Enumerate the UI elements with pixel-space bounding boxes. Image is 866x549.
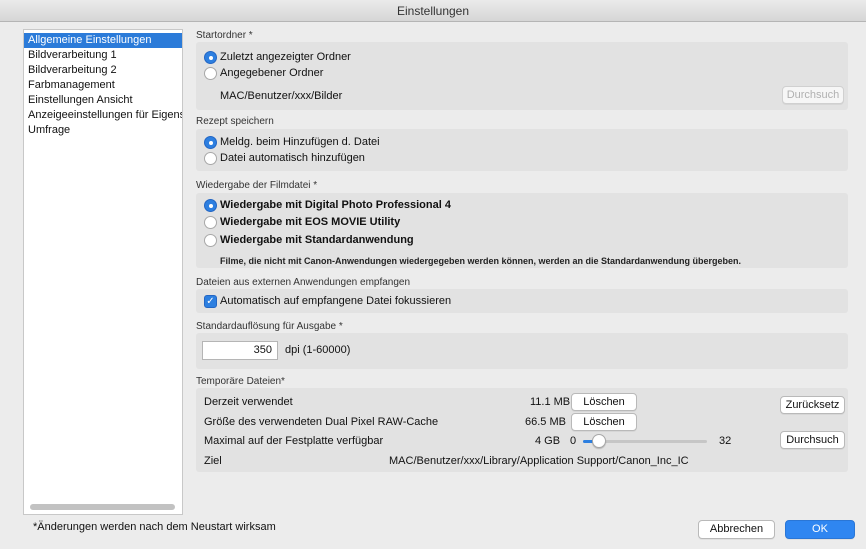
sidebar-item-farbmanagement[interactable]: Farbmanagement [24, 78, 182, 93]
cancel-button[interactable]: Abbrechen [698, 520, 775, 539]
sidebar-item-allgemeine-einstellungen[interactable]: Allgemeine Einstellungen [24, 33, 182, 48]
sidebar-horizontal-scrollbar[interactable] [30, 504, 175, 510]
sidebar: Allgemeine Einstellungen Bildverarbeitun… [23, 29, 183, 515]
startordner-heading: Startordner * [196, 30, 253, 41]
option-datei-automatisch[interactable]: Datei automatisch hinzufügen [220, 152, 365, 164]
temp-current-value: 11.1 MB [530, 396, 571, 408]
radio-wiedergabe-dpp4[interactable] [204, 199, 217, 212]
radio-angegebener-ordner[interactable] [204, 67, 217, 80]
restart-note: *Änderungen werden nach dem Neustart wir… [33, 521, 276, 533]
radio-datei-automatisch[interactable] [204, 152, 217, 165]
rezept-heading: Rezept speichern [196, 116, 274, 127]
reset-temp-button[interactable]: Zurücksetz [780, 396, 845, 414]
resolution-unit: dpi (1-60000) [285, 344, 351, 356]
window-title: Einstellungen [396, 4, 470, 18]
temp-cache-value: 66.5 MB [525, 416, 566, 428]
window-titlebar: Einstellungen [0, 0, 866, 22]
sidebar-item-bildverarbeitung-1[interactable]: Bildverarbeitung 1 [24, 48, 182, 63]
option-wiedergabe-eos-movie[interactable]: Wiedergabe mit EOS MOVIE Utility [220, 216, 400, 228]
ok-button[interactable]: OK [785, 520, 855, 539]
filmdatei-heading: Wiedergabe der Filmdatei * [196, 180, 318, 191]
filmdatei-note: Filme, die nicht mit Canon-Anwendungen w… [220, 256, 742, 266]
sidebar-item-umfrage[interactable]: Umfrage [24, 123, 182, 138]
temp-target-label: Ziel [204, 455, 222, 467]
delete-temp-button[interactable]: Löschen [571, 393, 637, 411]
radio-meldung-hinzufuegen[interactable] [204, 136, 217, 149]
disk-slider-knob[interactable] [591, 434, 606, 448]
temp-heading: Temporäre Dateien* [196, 376, 285, 387]
temp-current-label: Derzeit verwendet [204, 396, 293, 408]
option-angegebener-ordner[interactable]: Angegebener Ordner [220, 67, 323, 79]
startordner-browse-button[interactable]: Durchsuch [782, 86, 844, 104]
delete-cache-button[interactable]: Löschen [571, 413, 637, 431]
aufloesung-heading: Standardauflösung für Ausgabe * [196, 321, 343, 332]
temp-target-path: MAC/Benutzer/xxx/Library/Application Sup… [389, 455, 689, 467]
radio-wiedergabe-eos-movie[interactable] [204, 216, 217, 229]
temp-browse-button[interactable]: Durchsuch [780, 431, 845, 449]
radio-zuletzt-angezeigter-ordner[interactable] [204, 51, 217, 64]
sidebar-item-anzeigeeinstellungen[interactable]: Anzeigeeinstellungen für Eigense [24, 108, 182, 123]
resolution-input[interactable]: 350 [202, 341, 278, 360]
slider-max-label: 32 [719, 435, 732, 447]
sidebar-item-bildverarbeitung-2[interactable]: Bildverarbeitung 2 [24, 63, 182, 78]
temp-max-value: 4 GB [535, 435, 561, 447]
checkbox-autofokus-label[interactable]: Automatisch auf empfangene Datei fokussi… [220, 295, 451, 307]
extern-heading: Dateien aus externen Anwendungen empfang… [196, 277, 411, 288]
slider-min-label: 0 [570, 435, 577, 447]
startordner-path: MAC/Benutzer/xxx/Bilder [220, 90, 343, 102]
temp-max-label: Maximal auf der Festplatte verfügbar [204, 435, 384, 447]
option-zuletzt-angezeigter-ordner[interactable]: Zuletzt angezeigter Ordner [220, 51, 351, 63]
option-meldung-hinzufuegen[interactable]: Meldg. beim Hinzufügen d. Datei [220, 136, 380, 148]
checkbox-autofokus[interactable]: ✓ [204, 295, 217, 308]
temp-cache-label: Größe des verwendeten Dual Pixel RAW-Cac… [204, 416, 439, 428]
radio-wiedergabe-standard[interactable] [204, 234, 217, 247]
sidebar-item-einstellungen-ansicht[interactable]: Einstellungen Ansicht [24, 93, 182, 108]
option-wiedergabe-standard[interactable]: Wiedergabe mit Standardanwendung [220, 234, 414, 246]
option-wiedergabe-dpp4[interactable]: Wiedergabe mit Digital Photo Professiona… [220, 199, 451, 211]
